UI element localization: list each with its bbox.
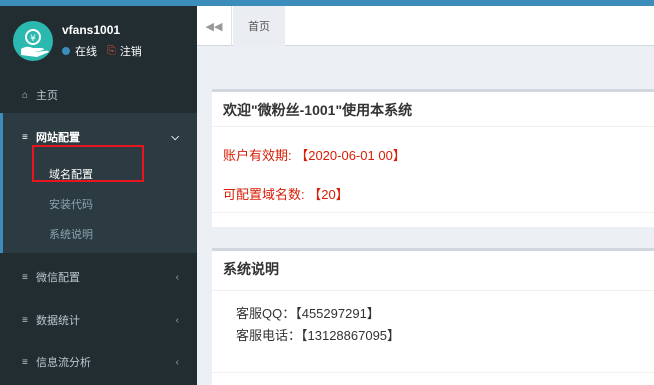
sidebar-item-label: 信息流分析 <box>36 357 91 369</box>
sidebar-item-wechat-config[interactable]: ≡ 微信配置 ‹ <box>0 266 197 288</box>
sidebar-item-label: 微信配置 <box>36 272 80 284</box>
divider <box>212 126 654 127</box>
avatar: ¥ <box>13 21 53 61</box>
sidebar-subitem-system-notes[interactable]: 系统说明 <box>49 226 93 242</box>
double-chevron-left-icon: ◀◀ <box>205 19 223 33</box>
tab-strip: ◀◀ 首页 <box>197 6 654 46</box>
divider <box>212 290 654 291</box>
system-notes-box: 系统说明 客服QQ：【455297291】 客服电话：【13128867095】 <box>212 248 654 385</box>
online-dot-icon <box>62 47 70 55</box>
logout-link[interactable]: 注销 <box>120 43 142 59</box>
user-panel: ¥ vfans1001 在线 ⎘ 注销 <box>0 6 197 72</box>
sidebar-item-label: 网站配置 <box>36 132 80 144</box>
divider <box>212 212 654 213</box>
bars-icon: ≡ <box>22 131 28 143</box>
chevron-left-icon: ‹ <box>175 356 179 368</box>
tab-scroll-left-button[interactable]: ◀◀ <box>197 6 232 46</box>
home-icon: ⌂ <box>22 89 29 101</box>
sidebar-item-label: 主页 <box>36 90 58 102</box>
highlight-box <box>32 145 144 182</box>
welcome-box: 欢迎"微粉丝-1001"使用本系统 账户有效期: 【2020-06-01 00】… <box>212 89 654 227</box>
sidebar-item-stats[interactable]: ≡ 数据统计 ‹ <box>0 309 197 331</box>
account-expiry: 账户有效期: 【2020-06-01 00】 <box>223 148 406 163</box>
welcome-title: 欢迎"微粉丝-1001"使用本系统 <box>223 102 413 118</box>
chevron-left-icon: ‹ <box>175 314 179 326</box>
chevron-left-icon: ‹ <box>175 271 179 283</box>
divider <box>212 372 654 373</box>
tab-home[interactable]: 首页 <box>233 6 285 46</box>
bars-icon: ≡ <box>22 356 28 368</box>
sidebar-item-home[interactable]: ⌂ 主页 <box>0 84 197 106</box>
bars-icon: ≡ <box>22 271 28 283</box>
system-notes-title: 系统说明 <box>223 261 279 277</box>
hand-coin-icon: ¥ <box>21 29 49 57</box>
support-phone: 客服电话：【13128867095】 <box>236 328 401 343</box>
svg-text:¥: ¥ <box>30 34 36 44</box>
username: vfans1001 <box>62 23 121 37</box>
support-qq: 客服QQ：【455297291】 <box>236 306 380 321</box>
sidebar-subitem-install-code[interactable]: 安装代码 <box>49 196 93 212</box>
logout-icon[interactable]: ⎘ <box>107 45 116 57</box>
chevron-down-icon: ⌵ <box>171 131 179 143</box>
user-status-row: 在线 ⎘ 注销 <box>62 44 142 58</box>
online-status: 在线 <box>75 46 97 58</box>
bars-icon: ≡ <box>22 314 28 326</box>
domain-quota: 可配置域名数: 【20】 <box>223 187 349 202</box>
sidebar-item-feed-analysis[interactable]: ≡ 信息流分析 ‹ <box>0 351 197 373</box>
sidebar-item-label: 数据统计 <box>36 315 80 327</box>
